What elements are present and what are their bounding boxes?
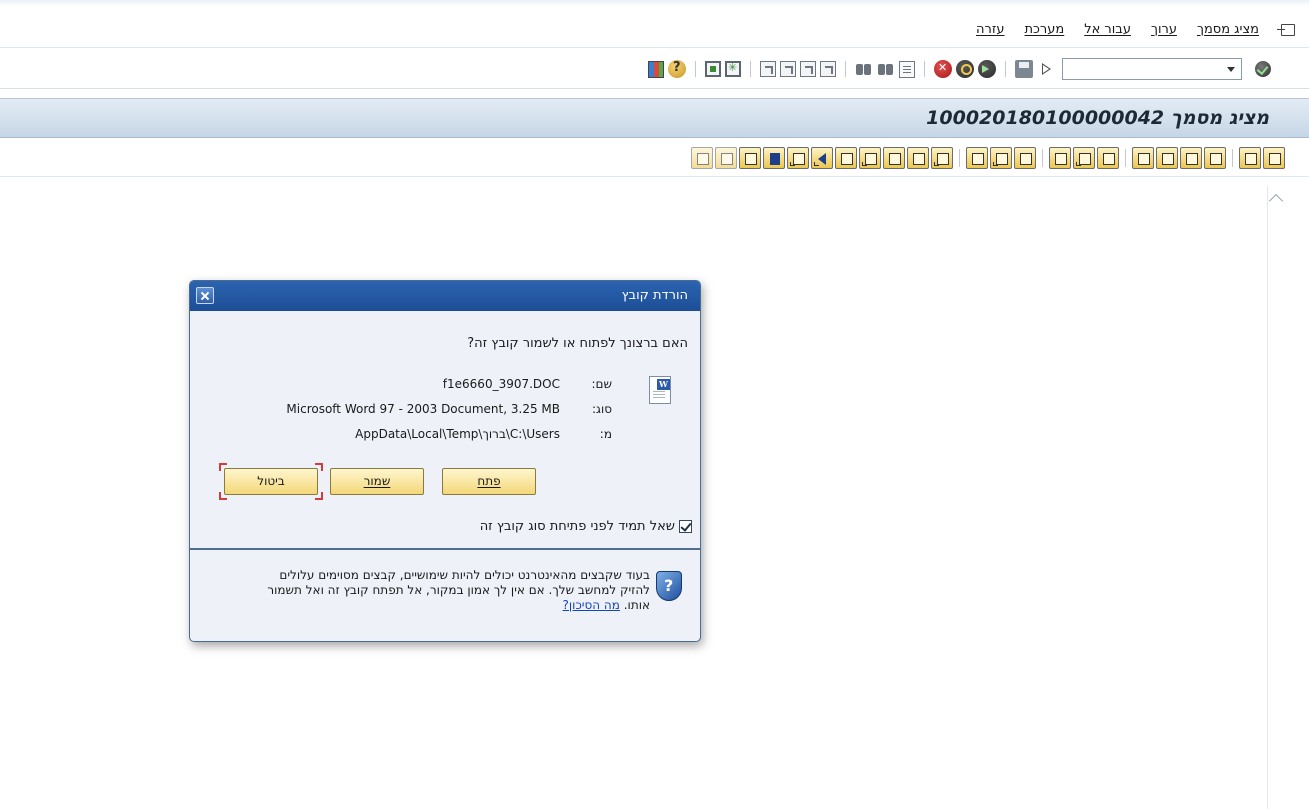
select-all-icon[interactable] bbox=[787, 147, 809, 169]
create-shortcut-icon[interactable] bbox=[705, 61, 721, 77]
menu-bar-top-gradient bbox=[0, 0, 1309, 6]
previous-page-icon[interactable] bbox=[780, 61, 796, 77]
print-icon[interactable] bbox=[899, 60, 915, 78]
menu-document-viewer[interactable]: מציג מסמך bbox=[1197, 22, 1259, 37]
open-button[interactable]: פתח bbox=[442, 468, 536, 495]
menu-goto[interactable]: עבור אל bbox=[1084, 22, 1131, 37]
toolbar-separator bbox=[695, 61, 696, 77]
exit-circle-icon[interactable] bbox=[956, 60, 974, 78]
menu-edit[interactable]: ערוך bbox=[1151, 22, 1177, 37]
bookmark-disabled-icon[interactable] bbox=[691, 147, 713, 169]
command-input[interactable] bbox=[1063, 59, 1213, 79]
standard-toolbar bbox=[0, 49, 1309, 89]
export-icon[interactable] bbox=[1097, 147, 1119, 169]
help-icon[interactable] bbox=[668, 60, 686, 78]
upload-icon[interactable] bbox=[1014, 147, 1036, 169]
navigate-icon[interactable] bbox=[835, 147, 857, 169]
dialog-divider bbox=[190, 548, 700, 550]
checkout-icon[interactable] bbox=[966, 147, 988, 169]
menu-bar: מציג מסמך ערוך עבור אל מערכת עזרה bbox=[0, 0, 1309, 48]
what-is-the-risk-link[interactable]: מה הסיכון? bbox=[563, 598, 620, 612]
back-arrow-icon[interactable] bbox=[811, 147, 833, 169]
bookmark-icon[interactable] bbox=[739, 147, 761, 169]
focus-indicator bbox=[315, 492, 323, 500]
always-ask-checkbox-row[interactable]: שאל תמיד לפני פתיחת סוג קובץ זה bbox=[480, 519, 692, 534]
menu-items: מציג מסמך ערוך עבור אל מערכת עזרה bbox=[976, 22, 1295, 37]
open-folder-icon[interactable] bbox=[1239, 147, 1261, 169]
edit-doc-icon[interactable] bbox=[1204, 147, 1226, 169]
open-button-label: פתח bbox=[477, 474, 501, 488]
dialog-title: הורדת קובץ bbox=[621, 288, 688, 303]
last-page-icon[interactable] bbox=[820, 61, 836, 77]
security-shield-icon bbox=[656, 571, 682, 603]
exit-icon[interactable] bbox=[1277, 23, 1295, 36]
application-toolbar bbox=[0, 139, 1309, 177]
name-label: שם: bbox=[591, 377, 612, 391]
menu-help[interactable]: עזרה bbox=[976, 22, 1004, 37]
display-icon[interactable] bbox=[859, 147, 881, 169]
checkin-icon[interactable] bbox=[907, 147, 929, 169]
page-title: מציג מסמך 100020180100000042 bbox=[926, 107, 1269, 129]
command-field[interactable] bbox=[1062, 58, 1242, 80]
save-icon[interactable] bbox=[1015, 60, 1033, 78]
close-icon[interactable] bbox=[196, 287, 214, 304]
standard-toolbar-icons bbox=[648, 59, 1055, 79]
toolbar-separator bbox=[959, 149, 960, 167]
duplicate-icon[interactable] bbox=[990, 147, 1012, 169]
dialog-question: האם ברצונך לפתוח או לשמור קובץ זה? bbox=[467, 336, 688, 351]
application-toolbar-icons bbox=[691, 147, 1285, 169]
folder-icon[interactable] bbox=[1263, 147, 1285, 169]
title-bar: מציג מסמך 100020180100000042 bbox=[0, 98, 1309, 138]
search-doc-icon[interactable] bbox=[1132, 147, 1154, 169]
cancel-icon[interactable] bbox=[934, 60, 952, 78]
file-name-value: f1e6660_3907.DOC bbox=[442, 377, 560, 391]
file-source-value: C:\Users\ברוך\AppData\Local\Temp bbox=[355, 427, 560, 441]
customize-layout-icon[interactable] bbox=[648, 60, 664, 78]
menu-system[interactable]: מערכת bbox=[1024, 22, 1064, 37]
save-button[interactable]: שמור bbox=[330, 468, 424, 495]
copy-icon[interactable] bbox=[1073, 147, 1095, 169]
file-type-value: Microsoft Word 97 - 2003 Document, 3.25 … bbox=[286, 402, 560, 416]
focus-indicator bbox=[315, 463, 323, 471]
from-label: מ: bbox=[599, 427, 612, 441]
toolbar-separator bbox=[924, 61, 925, 77]
change-icon[interactable] bbox=[1156, 147, 1178, 169]
security-warning: בעוד שקבצים מהאינטרנט יכולים להיות שימוש… bbox=[250, 568, 650, 613]
modify-icon[interactable] bbox=[883, 147, 905, 169]
command-dropdown-icon[interactable] bbox=[1221, 59, 1241, 79]
toolbar-separator bbox=[1042, 149, 1043, 167]
focus-indicator bbox=[219, 463, 227, 471]
next-page-icon[interactable] bbox=[800, 61, 816, 77]
file-download-dialog: הורדת קובץ האם ברצונך לפתוח או לשמור קוב… bbox=[189, 280, 701, 642]
back-icon[interactable] bbox=[978, 60, 996, 78]
toolbar-separator bbox=[1005, 61, 1006, 77]
new-doc-icon[interactable] bbox=[931, 147, 953, 169]
first-page-icon[interactable] bbox=[760, 61, 776, 77]
focus-indicator bbox=[219, 492, 227, 500]
bookmark-disabled-icon[interactable] bbox=[715, 147, 737, 169]
info-icon[interactable] bbox=[763, 147, 785, 169]
scroll-up-icon[interactable] bbox=[1268, 193, 1284, 209]
cancel-button[interactable]: ביטול bbox=[224, 468, 318, 495]
vertical-scrollbar[interactable] bbox=[1267, 186, 1285, 809]
toolbar-separator bbox=[1125, 149, 1126, 167]
save-button-label: שמור bbox=[363, 474, 391, 488]
find-next-icon[interactable] bbox=[877, 60, 895, 78]
archive-icon[interactable] bbox=[1049, 147, 1071, 169]
always-ask-label: שאל תמיד לפני פתיחת סוג קובץ זה bbox=[479, 519, 675, 534]
dialog-title-bar: הורדת קובץ bbox=[190, 281, 700, 311]
new-session-icon[interactable] bbox=[725, 61, 741, 77]
cancel-button-label: ביטול bbox=[257, 474, 285, 488]
find-icon[interactable] bbox=[855, 60, 873, 78]
play-icon[interactable] bbox=[1037, 60, 1055, 78]
word-document-icon: W bbox=[645, 376, 673, 406]
always-ask-checkbox[interactable] bbox=[679, 520, 692, 533]
toolbar-separator bbox=[845, 61, 846, 77]
toolbar-separator bbox=[750, 61, 751, 77]
toolbar-separator bbox=[1232, 149, 1233, 167]
type-label: סוג: bbox=[591, 402, 612, 416]
attachment-icon[interactable] bbox=[1180, 147, 1202, 169]
enter-checkmark-icon[interactable] bbox=[1255, 61, 1271, 77]
